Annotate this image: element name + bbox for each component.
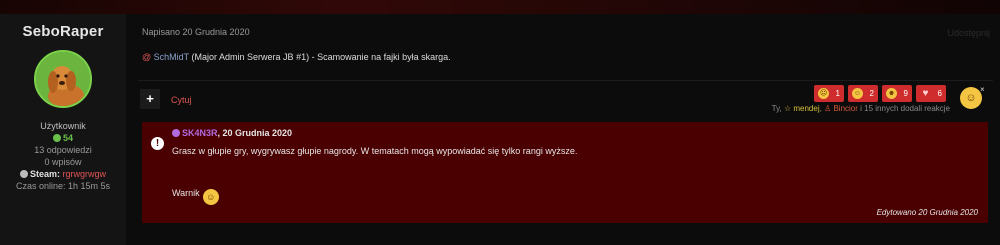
reaction-count: 2 xyxy=(869,89,874,98)
moderator-name[interactable]: SK4N3R xyxy=(182,128,218,138)
notice-header: SK4N3R, 20 Grudnia 2020 xyxy=(172,128,292,138)
reaction-count: 9 xyxy=(903,89,908,98)
summary-prefix: Ty, xyxy=(771,104,782,113)
reputation-badge: 54 xyxy=(0,133,126,143)
summary-user2[interactable]: Bincior xyxy=(833,104,857,113)
post-content: Napisano 20 Grudnia 2020 Udostępnij @ Sc… xyxy=(126,14,1000,245)
add-reaction-button[interactable]: ☺ xyxy=(960,87,982,109)
notice-date: , 20 Grudnia 2020 xyxy=(217,128,293,138)
divider xyxy=(138,80,993,81)
reaction-count: 1 xyxy=(835,89,840,98)
notice-warning: Warnik ☺ xyxy=(172,188,219,205)
grin-face-icon: ☻ xyxy=(886,88,897,99)
heart-icon: ♥ xyxy=(922,88,929,99)
user-role: Użytkownik xyxy=(40,121,86,131)
laugh-face-icon: ☺ xyxy=(852,88,863,99)
warning-count: 0 wpisów xyxy=(44,157,82,167)
share-link[interactable]: Udostępnij xyxy=(947,28,990,38)
summary-user1[interactable]: mendej xyxy=(793,104,819,113)
warning-label: Warnik xyxy=(172,188,200,198)
reputation-count: 54 xyxy=(62,133,73,143)
mention-at: @ xyxy=(142,52,152,62)
reaction-sad[interactable]: ☹ 1 xyxy=(814,85,844,102)
post-body: @ SchMidT (Major Admin Serwera JB #1) - … xyxy=(142,52,451,62)
steam-field: Steam: rgrwgrwgw xyxy=(0,169,126,179)
author-name[interactable]: SeboRaper xyxy=(0,23,126,40)
reaction-grin[interactable]: ☻ 9 xyxy=(882,85,912,102)
close-icon[interactable]: × xyxy=(980,85,985,94)
reaction-bar: ☹ 1 ☺ 2 ☻ 9 ♥ 6 xyxy=(814,85,946,102)
summary-suffix: i 15 innych dodali reakcje xyxy=(860,104,950,113)
online-time: Czas online: 1h 15m 5s xyxy=(15,181,111,191)
reaction-summary[interactable]: Ty, ☆ mendej, ♙ Bincior i 15 innych doda… xyxy=(772,104,950,113)
moderator-icon xyxy=(172,129,180,137)
mention-user: SchMidT xyxy=(153,52,190,62)
edited-note: Edytowano 20 Grudnia 2020 xyxy=(876,208,978,217)
steam-label: Steam: xyxy=(29,169,60,179)
user-icon: ♙ xyxy=(824,104,832,113)
avatar[interactable] xyxy=(34,50,92,108)
reaction-count: 6 xyxy=(937,89,942,98)
user-mention[interactable]: @ SchMidT xyxy=(142,52,189,62)
steam-value[interactable]: rgrwgrwgw xyxy=(63,169,107,179)
sad-face-icon: ☹ xyxy=(818,88,829,99)
reaction-laugh[interactable]: ☺ 2 xyxy=(848,85,878,102)
reaction-heart[interactable]: ♥ 6 xyxy=(916,85,946,102)
reputation-icon xyxy=(52,134,61,142)
post-body-text: (Major Admin Serwera JB #1) - Scamowanie… xyxy=(191,52,451,62)
moderator-notice: ! SK4N3R, 20 Grudnia 2020 Grasz w głupie… xyxy=(142,122,988,223)
wink-face-icon: ☺ xyxy=(202,189,219,205)
post-container: SeboRaper Użytkownik 54 13 odpowiedzi 0 … xyxy=(0,0,1000,245)
exclamation-icon: ! xyxy=(151,137,164,150)
author-panel: SeboRaper Użytkownik 54 13 odpowiedzi 0 … xyxy=(0,14,126,245)
star-icon: ☆ xyxy=(783,104,792,113)
quote-button[interactable]: Cytuj xyxy=(171,95,192,105)
reply-count: 13 odpowiedzi xyxy=(34,145,92,155)
notice-text: Grasz w głupie gry, wygrywasz głupie nag… xyxy=(172,146,578,156)
dog-avatar-image xyxy=(36,52,90,106)
post-date[interactable]: Napisano 20 Grudnia 2020 xyxy=(142,27,250,37)
multiquote-button[interactable]: + xyxy=(140,89,160,109)
steam-icon xyxy=(19,170,28,178)
